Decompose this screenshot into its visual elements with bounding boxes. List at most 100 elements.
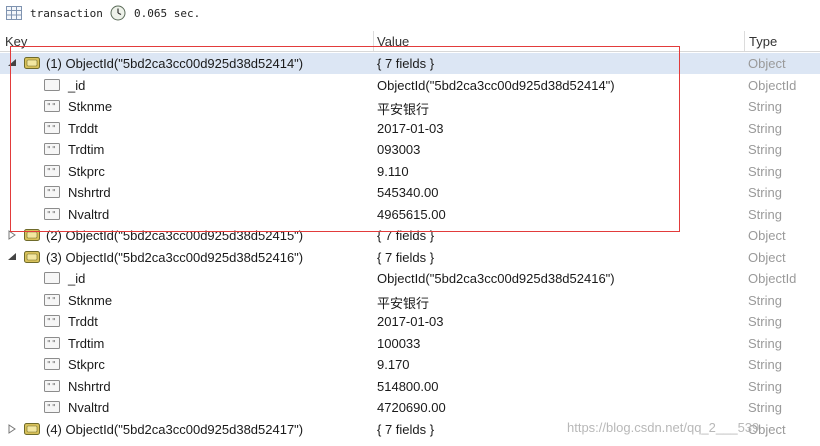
field-type: ObjectId <box>748 271 797 286</box>
document-type: Object <box>748 228 786 243</box>
field-key: Stknme <box>68 293 113 308</box>
svg-text:": " <box>47 145 51 154</box>
objectid-field-icon <box>44 79 60 91</box>
svg-text:": " <box>47 317 51 326</box>
field-row[interactable]: " " Trdtim 093003 String <box>0 139 820 160</box>
string-field-icon: " " <box>44 294 60 306</box>
field-row[interactable]: " " Nshrtrd 514800.00 String <box>0 376 820 397</box>
field-value: 100033 <box>377 336 421 351</box>
collection-name: transaction <box>30 7 103 20</box>
field-type: String <box>748 314 782 329</box>
field-value: 平安银行 <box>377 102 430 117</box>
field-key: Trddt <box>68 121 98 136</box>
svg-text:": " <box>47 167 51 176</box>
svg-text:": " <box>47 124 51 133</box>
column-divider[interactable] <box>373 31 374 51</box>
toolbar: transaction 0.065 sec. <box>0 0 820 28</box>
field-type: String <box>748 336 782 351</box>
field-type: String <box>748 121 782 136</box>
string-field-icon: " " <box>44 315 60 327</box>
svg-text:": " <box>52 188 56 197</box>
string-field-icon: " " <box>44 337 60 349</box>
document-row[interactable]: (3) ObjectId("5bd2ca3cc00d925d38d52416")… <box>0 247 820 268</box>
collapse-arrow-icon[interactable] <box>7 58 17 68</box>
field-value: ObjectId("5bd2ca3cc00d925d38d52414") <box>377 78 615 93</box>
document-value: { 7 fields } <box>377 250 435 265</box>
field-row[interactable]: " " Stkprc 9.110 String <box>0 161 820 182</box>
column-value[interactable]: Value <box>377 34 409 49</box>
field-type: String <box>748 379 782 394</box>
field-value: 4965615.00 <box>377 207 446 222</box>
document-row[interactable]: (1) ObjectId("5bd2ca3cc00d925d38d52414")… <box>0 53 820 74</box>
document-key: (4) ObjectId("5bd2ca3cc00d925d38d52417") <box>46 422 304 437</box>
expand-arrow-icon[interactable] <box>7 424 17 434</box>
svg-text:": " <box>47 188 51 197</box>
field-key: Nvaltrd <box>68 400 110 415</box>
document-value: { 7 fields } <box>377 56 435 71</box>
object-icon <box>24 251 40 263</box>
document-key: (1) ObjectId("5bd2ca3cc00d925d38d52414") <box>46 56 304 71</box>
field-value: 4720690.00 <box>377 400 446 415</box>
field-key: Trddt <box>68 314 98 329</box>
document-type: Object <box>748 56 786 71</box>
svg-text:": " <box>52 382 56 391</box>
field-row[interactable]: " " Trddt 2017-01-03 String <box>0 311 820 332</box>
field-value: 2017-01-03 <box>377 121 444 136</box>
svg-text:": " <box>47 403 51 412</box>
field-value: ObjectId("5bd2ca3cc00d925d38d52416") <box>377 271 615 286</box>
field-key: Stkprc <box>68 357 105 372</box>
string-field-icon: " " <box>44 401 60 413</box>
field-key: _id <box>68 78 86 93</box>
svg-text:": " <box>52 167 56 176</box>
field-value: 2017-01-03 <box>377 314 444 329</box>
field-key: Trdtim <box>68 142 105 157</box>
column-key[interactable]: Key <box>5 34 27 49</box>
collapse-arrow-icon[interactable] <box>7 252 17 262</box>
svg-text:": " <box>47 210 51 219</box>
field-key: Stkprc <box>68 164 105 179</box>
field-row[interactable]: " " Trddt 2017-01-03 String <box>0 118 820 139</box>
svg-text:": " <box>52 339 56 348</box>
svg-text:": " <box>52 102 56 111</box>
field-row[interactable]: _id ObjectId("5bd2ca3cc00d925d38d52416")… <box>0 268 820 289</box>
column-header: Key Value Type <box>0 31 820 52</box>
field-value: 平安银行 <box>377 296 430 311</box>
field-row[interactable]: " " Stkprc 9.170 String <box>0 354 820 375</box>
watermark: https://blog.csdn.net/qq_2___539 <box>567 420 760 435</box>
field-row[interactable]: _id ObjectId("5bd2ca3cc00d925d38d52414")… <box>0 75 820 96</box>
svg-text:": " <box>52 296 56 305</box>
string-field-icon: " " <box>44 208 60 220</box>
field-type: String <box>748 207 782 222</box>
svg-text:": " <box>47 102 51 111</box>
field-row[interactable]: " " Nshrtrd 545340.00 String <box>0 182 820 203</box>
string-field-icon: " " <box>44 143 60 155</box>
string-field-icon: " " <box>44 100 60 112</box>
document-key: (3) ObjectId("5bd2ca3cc00d925d38d52416") <box>46 250 304 265</box>
svg-text:": " <box>52 210 56 219</box>
svg-text:": " <box>52 124 56 133</box>
column-divider[interactable] <box>744 31 745 51</box>
field-row[interactable]: " " Stknme 平安银行 String <box>0 290 820 311</box>
field-row[interactable]: " " Nvaltrd 4965615.00 String <box>0 204 820 225</box>
string-field-icon: " " <box>44 186 60 198</box>
field-row[interactable]: " " Trdtim 100033 String <box>0 333 820 354</box>
document-row[interactable]: (2) ObjectId("5bd2ca3cc00d925d38d52415")… <box>0 225 820 246</box>
expand-arrow-icon[interactable] <box>7 230 17 240</box>
column-type[interactable]: Type <box>749 34 777 49</box>
field-value: 545340.00 <box>377 185 439 200</box>
query-time: 0.065 sec. <box>134 7 201 20</box>
field-type: ObjectId <box>748 78 797 93</box>
field-value: 514800.00 <box>377 379 439 394</box>
string-field-icon: " " <box>44 122 60 134</box>
field-type: String <box>748 164 782 179</box>
field-key: Trdtim <box>68 336 105 351</box>
document-type: Object <box>748 250 786 265</box>
svg-text:": " <box>47 296 51 305</box>
field-row[interactable]: " " Stknme 平安银行 String <box>0 96 820 117</box>
document-value: { 7 fields } <box>377 422 435 437</box>
string-field-icon: " " <box>44 380 60 392</box>
field-row[interactable]: " " Nvaltrd 4720690.00 String <box>0 397 820 418</box>
table-icon <box>6 6 22 20</box>
object-icon <box>24 423 40 435</box>
object-icon <box>24 229 40 241</box>
